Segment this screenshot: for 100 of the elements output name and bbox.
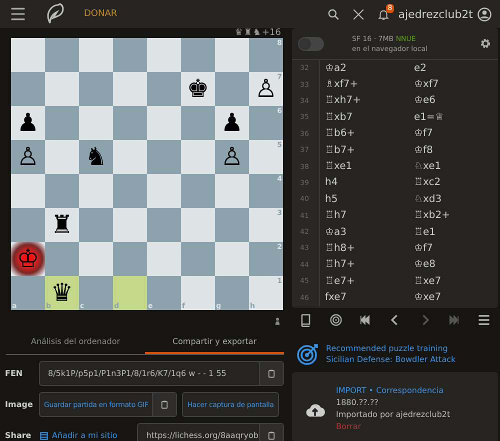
board-square[interactable]: ♜ <box>45 208 79 242</box>
board-square[interactable] <box>79 38 113 72</box>
chess-piece[interactable]: ♟ <box>16 108 40 138</box>
board-square[interactable]: ♙ <box>11 140 45 174</box>
embed-icon[interactable] <box>39 430 49 440</box>
embed-link[interactable]: Añadir a mi sitio <box>52 431 118 440</box>
settings-icon[interactable] <box>479 37 492 50</box>
board-square[interactable] <box>11 72 45 106</box>
board-square[interactable] <box>181 208 215 242</box>
board-square[interactable] <box>45 38 79 72</box>
move[interactable]: ♔f7 <box>409 242 498 254</box>
move[interactable]: ♖xb7 <box>320 112 409 123</box>
move[interactable]: h4 <box>320 177 409 188</box>
opening-link[interactable]: Sicilian Defense: Bowdler Attack <box>326 355 456 364</box>
board-square[interactable] <box>79 72 113 106</box>
board-square[interactable] <box>113 174 147 208</box>
chess-piece[interactable]: ♜ <box>50 210 74 240</box>
donate-link[interactable]: DONAR <box>84 9 118 19</box>
move[interactable]: ♖xe7 <box>409 276 498 287</box>
move[interactable]: ♔f7 <box>409 128 498 140</box>
move[interactable]: ♔xe7 <box>409 292 498 304</box>
move[interactable]: ♖b6+ <box>320 128 409 140</box>
crossed-swords-icon[interactable] <box>352 8 366 20</box>
chess-piece[interactable]: ♔ <box>16 244 40 274</box>
board-square[interactable] <box>215 72 249 106</box>
move[interactable]: ♔a3 <box>320 226 409 238</box>
board-square[interactable] <box>113 38 147 72</box>
chess-piece[interactable]: ♛ <box>50 278 74 308</box>
clipboard-button[interactable] <box>259 362 283 385</box>
target-icon[interactable] <box>328 313 343 327</box>
board-square[interactable] <box>113 106 147 140</box>
board-square[interactable] <box>113 72 147 106</box>
move[interactable]: ♖xe1 <box>320 161 409 172</box>
board-square[interactable] <box>45 106 79 140</box>
move[interactable]: ♔a2 <box>320 62 409 74</box>
book-icon[interactable] <box>299 313 313 327</box>
move[interactable]: ♖h7 <box>320 210 409 222</box>
board-square[interactable] <box>181 242 215 276</box>
move[interactable]: ♖xb2+ <box>409 210 498 222</box>
move[interactable]: ♖xh7+ <box>320 95 409 106</box>
tab[interactable]: Compartir y exportar <box>145 332 284 354</box>
search-icon[interactable] <box>327 8 340 20</box>
board-square[interactable] <box>45 140 79 174</box>
move[interactable]: ♔e8 <box>409 259 498 270</box>
move[interactable]: ♔f8 <box>409 144 498 156</box>
engine-toggle[interactable] <box>298 36 324 50</box>
board-square[interactable] <box>45 72 79 106</box>
board-square[interactable] <box>147 140 181 174</box>
url-field[interactable]: https://lichess.org/8aaqryob <box>137 423 284 441</box>
chess-piece[interactable]: ♟ <box>220 108 244 138</box>
board-square[interactable] <box>215 38 249 72</box>
board-square[interactable] <box>147 72 181 106</box>
move[interactable]: ♖e7+ <box>320 276 409 287</box>
board-square[interactable] <box>11 208 45 242</box>
board-square[interactable] <box>113 242 147 276</box>
move[interactable]: ♔e6 <box>409 95 498 106</box>
chess-piece[interactable]: ♙ <box>16 142 40 172</box>
user-avatar-icon[interactable] <box>477 6 492 22</box>
move[interactable]: ♖xc2 <box>409 177 498 188</box>
chess-piece[interactable]: ♙ <box>220 142 244 172</box>
board-square[interactable]: ♙ <box>215 140 249 174</box>
board-square[interactable] <box>147 106 181 140</box>
chess-piece[interactable]: ♞ <box>84 142 108 172</box>
move[interactable]: ♖h7+ <box>320 259 409 270</box>
board-square[interactable] <box>147 208 181 242</box>
board-square[interactable] <box>181 174 215 208</box>
board-square[interactable] <box>79 208 113 242</box>
move[interactable]: fxe7 <box>320 292 409 304</box>
board-square[interactable] <box>215 208 249 242</box>
move[interactable]: ♗xf7+ <box>320 79 409 90</box>
board-square[interactable] <box>79 242 113 276</box>
chess-piece[interactable]: ♙ <box>254 74 278 104</box>
board-square[interactable] <box>11 38 45 72</box>
clipboard-button[interactable] <box>152 393 176 416</box>
chess-piece[interactable]: ♚ <box>186 74 210 104</box>
puzzle-link[interactable]: Recommended puzzle training <box>326 344 456 353</box>
fen-field[interactable]: 8/5k1P/p5p1/P1n3P1/8/1r6/K7/1q6 w - - 1 55 <box>39 361 284 386</box>
skip-back-icon[interactable] <box>358 313 372 327</box>
board-square[interactable] <box>147 174 181 208</box>
board-square[interactable] <box>147 38 181 72</box>
username-link[interactable]: ajedrezclub2t <box>398 8 473 20</box>
move[interactable]: ♖e1 <box>409 226 498 238</box>
board-square[interactable]: ♟ <box>215 106 249 140</box>
board-square[interactable] <box>79 174 113 208</box>
board-square[interactable]: ♚ <box>181 72 215 106</box>
move[interactable]: ♘xe1 <box>409 161 498 172</box>
move[interactable]: ♖h8+ <box>320 242 409 254</box>
board-square[interactable] <box>147 242 181 276</box>
board-square[interactable] <box>113 208 147 242</box>
menu-icon[interactable] <box>476 313 491 327</box>
board-square[interactable]: ♔ <box>11 242 45 276</box>
move[interactable]: ♔xf7 <box>409 79 498 90</box>
board-square[interactable] <box>79 106 113 140</box>
board-square[interactable]: ♟ <box>11 106 45 140</box>
board-square[interactable] <box>215 242 249 276</box>
pawn-icon[interactable] <box>273 316 282 326</box>
move[interactable]: e1=♕ <box>409 112 498 123</box>
board-square[interactable] <box>11 174 45 208</box>
board-square[interactable] <box>181 140 215 174</box>
board-square[interactable] <box>181 106 215 140</box>
